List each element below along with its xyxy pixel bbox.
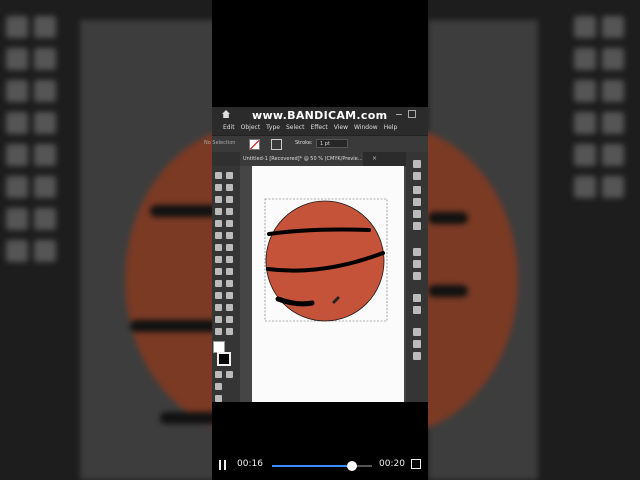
document-tab-bar: Untitled-1 [Recovered]* @ 50 % (CMYK/Pre… (240, 152, 410, 166)
canvas-area[interactable] (240, 166, 406, 402)
eyedropper-tool-icon[interactable] (215, 292, 222, 299)
layers-icon[interactable] (413, 172, 421, 180)
fill-swatch[interactable] (249, 139, 260, 150)
perspective-grid-tool-icon[interactable] (226, 268, 233, 275)
tools-panel (212, 166, 240, 402)
symbol-sprayer-tool-icon[interactable] (215, 304, 222, 311)
blurred-background-left (0, 0, 212, 480)
player-controls: 00:16 00:20 (212, 453, 428, 477)
transparency-icon[interactable] (413, 272, 421, 280)
background-toolbar (0, 10, 72, 470)
line-tool-icon[interactable] (226, 208, 233, 215)
menu-type[interactable]: Type (266, 121, 280, 135)
stroke-color-icon[interactable] (217, 352, 231, 366)
artboard-tool-icon[interactable] (215, 316, 222, 323)
transform-icon[interactable] (413, 352, 421, 360)
total-time: 00:20 (379, 459, 405, 469)
magic-wand-icon[interactable] (215, 184, 222, 191)
home-icon[interactable] (222, 110, 230, 118)
width-tool-icon[interactable] (215, 256, 222, 263)
graphic-styles-icon[interactable] (413, 306, 421, 314)
type-tool-icon[interactable] (215, 208, 222, 215)
paintbrush-tool-icon[interactable] (226, 220, 233, 227)
stroke-label: Stroke: (295, 140, 313, 146)
progress-thumb[interactable] (347, 461, 357, 471)
gradient-panel-icon[interactable] (413, 260, 421, 268)
close-tab-icon[interactable]: × (372, 152, 377, 166)
stroke-swatch[interactable] (271, 139, 282, 150)
stroke-weight-field[interactable]: 1 pt (316, 139, 348, 148)
color-mode-icon[interactable] (215, 371, 222, 378)
minimize-icon[interactable] (396, 114, 402, 121)
pencil-tool-icon[interactable] (215, 232, 222, 239)
swatches-icon[interactable] (413, 198, 421, 206)
gradient-mode-icon[interactable] (226, 371, 233, 378)
close-icon[interactable] (419, 110, 425, 116)
pen-tool-icon[interactable] (215, 196, 222, 203)
progress-fill (272, 465, 352, 467)
menu-window[interactable]: Window (354, 121, 378, 135)
draw-mode-icon[interactable] (215, 383, 222, 390)
zoom-tool-icon[interactable] (226, 328, 233, 335)
direct-selection-tool-icon[interactable] (226, 172, 233, 179)
shape-builder-tool-icon[interactable] (215, 268, 222, 275)
brushes-icon[interactable] (413, 210, 421, 218)
eraser-tool-icon[interactable] (226, 232, 233, 239)
scale-tool-icon[interactable] (226, 244, 233, 251)
pathfinder-icon[interactable] (413, 340, 421, 348)
fullscreen-icon[interactable] (411, 459, 421, 469)
background-panel-icons (568, 10, 640, 470)
menu-help[interactable]: Help (384, 121, 398, 135)
artboard[interactable] (252, 166, 404, 402)
basketball-artwork[interactable] (252, 166, 404, 402)
menu-edit[interactable]: Edit (223, 121, 235, 135)
mesh-tool-icon[interactable] (215, 280, 222, 287)
illustrator-window: www.BANDICAM.com Edit Object Type Select… (204, 107, 428, 402)
gradient-tool-icon[interactable] (226, 280, 233, 287)
blend-tool-icon[interactable] (226, 292, 233, 299)
menu-select[interactable]: Select (286, 121, 305, 135)
curvature-tool-icon[interactable] (226, 196, 233, 203)
symbols-icon[interactable] (413, 222, 421, 230)
menu-bar: Edit Object Type Select Effect View Wind… (212, 121, 428, 135)
maximize-icon[interactable] (408, 110, 416, 118)
video-player[interactable]: www.BANDICAM.com Edit Object Type Select… (204, 0, 428, 480)
pause-icon[interactable] (218, 460, 227, 470)
graph-tool-icon[interactable] (226, 304, 233, 311)
free-transform-tool-icon[interactable] (226, 256, 233, 263)
screen-mode-icon[interactable] (215, 395, 222, 402)
menu-object[interactable]: Object (241, 121, 261, 135)
properties-icon[interactable] (413, 160, 421, 168)
slice-tool-icon[interactable] (226, 316, 233, 323)
rotate-tool-icon[interactable] (215, 244, 222, 251)
stroke-panel-icon[interactable] (413, 248, 421, 256)
libraries-icon[interactable] (413, 186, 421, 194)
menu-view[interactable]: View (334, 121, 348, 135)
current-time: 00:16 (237, 459, 263, 469)
document-tab[interactable]: Untitled-1 [Recovered]* @ 50 % (CMYK/Pre… (240, 152, 363, 166)
menu-effect[interactable]: Effect (310, 121, 327, 135)
progress-bar[interactable] (272, 461, 372, 471)
lasso-tool-icon[interactable] (226, 184, 233, 191)
title-bar: www.BANDICAM.com (212, 107, 428, 122)
rectangle-tool-icon[interactable] (215, 220, 222, 227)
hand-tool-icon[interactable] (215, 328, 222, 335)
control-bar: No Selection Stroke: 1 pt (204, 135, 428, 152)
blurred-background-right (428, 0, 640, 480)
align-icon[interactable] (413, 328, 421, 336)
selection-label: No Selection (204, 140, 236, 146)
right-panel-dock (406, 152, 428, 402)
appearance-icon[interactable] (413, 294, 421, 302)
selection-tool-icon[interactable] (215, 172, 222, 179)
